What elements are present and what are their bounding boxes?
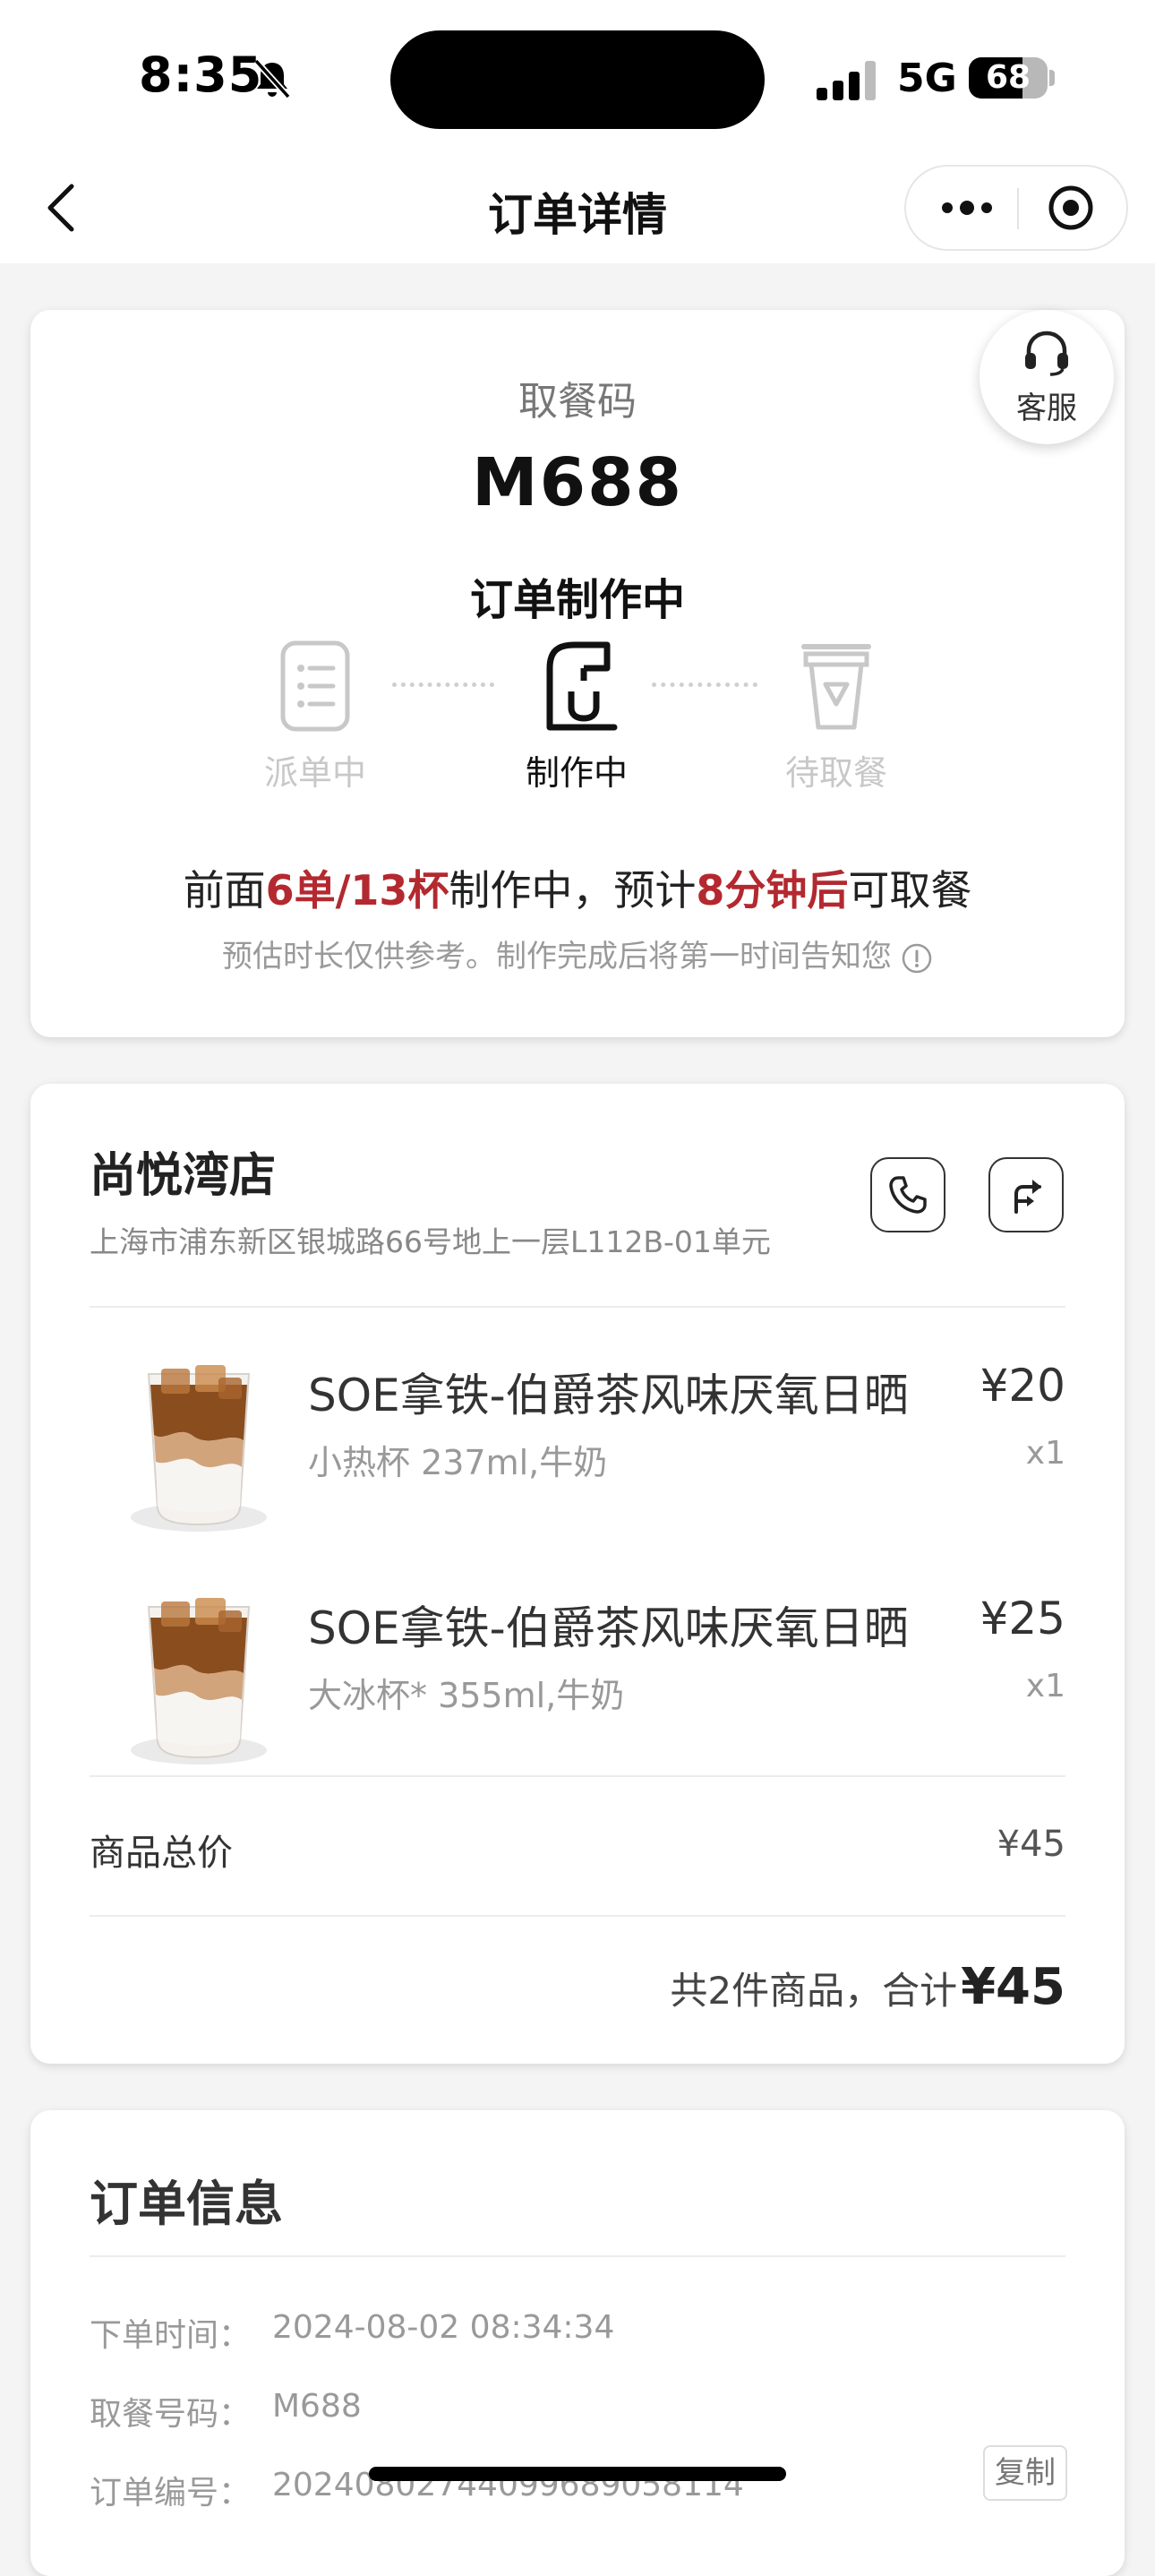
coffee-machine-icon xyxy=(546,641,618,731)
estimate-note-text: 预估时长仅供参考。制作完成后将第一时间告知您 xyxy=(222,939,892,975)
navigation-arrow-icon xyxy=(1014,1180,1041,1214)
order-number-label: 订单编号： xyxy=(90,2475,252,2512)
product-price: ¥25 xyxy=(980,1593,1065,1644)
subtotal-value: ¥45 xyxy=(997,1824,1065,1865)
nav-bar: 订单详情 xyxy=(0,152,1155,263)
info-icon[interactable] xyxy=(901,942,933,975)
step-making: 制作中 xyxy=(487,638,666,793)
network-type: 5G xyxy=(897,56,957,101)
product-spec: 大冰杯* 355ml,牛奶 xyxy=(308,1676,625,1715)
status-time: 8:35 xyxy=(139,47,263,103)
close-target-icon[interactable] xyxy=(1035,179,1107,236)
estimate-note: 预估时长仅供参考。制作完成后将第一时间告知您 xyxy=(30,932,1125,975)
divider xyxy=(90,1775,1065,1777)
step-ready-label: 待取餐 xyxy=(784,753,887,793)
capsule-divider xyxy=(1017,188,1019,229)
queue-estimate: 前面6单/13杯制作中，预计8分钟后可取餐 xyxy=(30,858,1125,917)
total-text: 共2件商品，合计 xyxy=(670,1969,958,2013)
subtotal-label: 商品总价 xyxy=(90,1833,233,1874)
dynamic-island xyxy=(390,30,765,129)
product-quantity: x1 xyxy=(1025,1668,1065,1704)
divider xyxy=(90,1306,1065,1308)
product-item[interactable]: SOE拿铁-伯爵茶风味厌氧日晒 大冰杯* 355ml,牛奶 ¥25 x1 xyxy=(30,1557,1125,1772)
product-price: ¥20 xyxy=(980,1360,1065,1412)
step-connector xyxy=(392,683,494,687)
order-status-card: 取餐码 M688 订单制作中 客服 派单中 制作中 待取餐 前面6单/13杯制作… xyxy=(30,310,1125,1037)
signal-icon xyxy=(817,61,876,100)
queue-middle: 制作中，预计 xyxy=(449,866,697,914)
customer-service-label: 客服 xyxy=(1016,391,1077,426)
step-dispatch: 派单中 xyxy=(226,638,405,793)
headset-icon xyxy=(1025,331,1068,376)
product-quantity: x1 xyxy=(1025,1435,1065,1472)
pickup-number-label: 取餐号码： xyxy=(90,2396,252,2433)
product-name: SOE拿铁-伯爵茶风味厌氧日晒 xyxy=(308,1370,909,1421)
takeaway-cup-icon xyxy=(801,644,871,730)
battery-percent: 68 xyxy=(985,59,1031,96)
battery-indicator: 68 xyxy=(969,57,1048,99)
call-store-button[interactable] xyxy=(870,1157,945,1232)
pickup-code-label: 取餐码 xyxy=(518,379,637,425)
order-time-row: 下单时间： 2024-08-02 08:34:34 xyxy=(90,2309,614,2356)
pickup-number-value: M688 xyxy=(272,2388,362,2425)
divider xyxy=(90,2255,1065,2257)
pickup-number-row: 取餐号码： M688 xyxy=(90,2388,362,2434)
copy-order-number-button[interactable]: 复制 xyxy=(983,2445,1067,2501)
step-connector xyxy=(652,683,757,687)
battery-cap xyxy=(1049,70,1055,86)
eta-time: 8分钟后 xyxy=(696,866,849,914)
order-list-icon xyxy=(280,640,350,732)
bell-muted-icon xyxy=(253,58,291,99)
step-dispatch-label: 派单中 xyxy=(263,753,366,793)
total-amount: ¥45 xyxy=(961,1958,1065,2016)
customer-service-button[interactable]: 客服 xyxy=(980,310,1114,444)
status-bar: 8:35 5G 68 xyxy=(0,0,1155,152)
order-total: 共2件商品，合计¥45 xyxy=(670,1958,1065,2016)
order-time-label: 下单时间： xyxy=(90,2317,252,2354)
queue-count: 6单/13杯 xyxy=(265,866,449,914)
order-time-value: 2024-08-02 08:34:34 xyxy=(272,2309,615,2346)
store-address: 上海市浦东新区银城路66号地上一层L112B-01单元 xyxy=(90,1224,771,1259)
queue-suffix: 可取餐 xyxy=(848,866,972,914)
store-name: 尚悦湾店 xyxy=(90,1149,277,1203)
home-indicator[interactable] xyxy=(369,2467,786,2481)
order-info-title: 订单信息 xyxy=(90,2176,283,2232)
order-info-card: 订单信息 下单时间： 2024-08-02 08:34:34 取餐号码： M68… xyxy=(30,2110,1125,2576)
order-status-text: 订单制作中 xyxy=(469,575,685,625)
iced-latte-image xyxy=(131,1598,267,1765)
product-name: SOE拿铁-伯爵茶风味厌氧日晒 xyxy=(308,1602,909,1654)
store-order-card: 尚悦湾店 上海市浦东新区银城路66号地上一层L112B-01单元 SOE拿铁-伯… xyxy=(30,1084,1125,2064)
mini-program-capsule xyxy=(904,165,1128,251)
navigate-store-button[interactable] xyxy=(988,1157,1064,1232)
product-spec: 小热杯 237ml,牛奶 xyxy=(308,1443,608,1482)
step-ready: 待取餐 xyxy=(747,638,926,793)
more-icon[interactable] xyxy=(922,179,1012,236)
iced-latte-image xyxy=(131,1365,267,1532)
order-number-row: 订单编号： 20240802744099689058114 xyxy=(90,2467,744,2513)
phone-icon xyxy=(889,1176,927,1214)
divider xyxy=(90,1915,1065,1917)
queue-prefix: 前面 xyxy=(183,866,266,914)
pickup-code: M688 xyxy=(471,444,684,521)
product-item[interactable]: SOE拿铁-伯爵茶风味厌氧日晒 小热杯 237ml,牛奶 ¥20 x1 xyxy=(30,1324,1125,1539)
step-making-label: 制作中 xyxy=(525,753,628,793)
